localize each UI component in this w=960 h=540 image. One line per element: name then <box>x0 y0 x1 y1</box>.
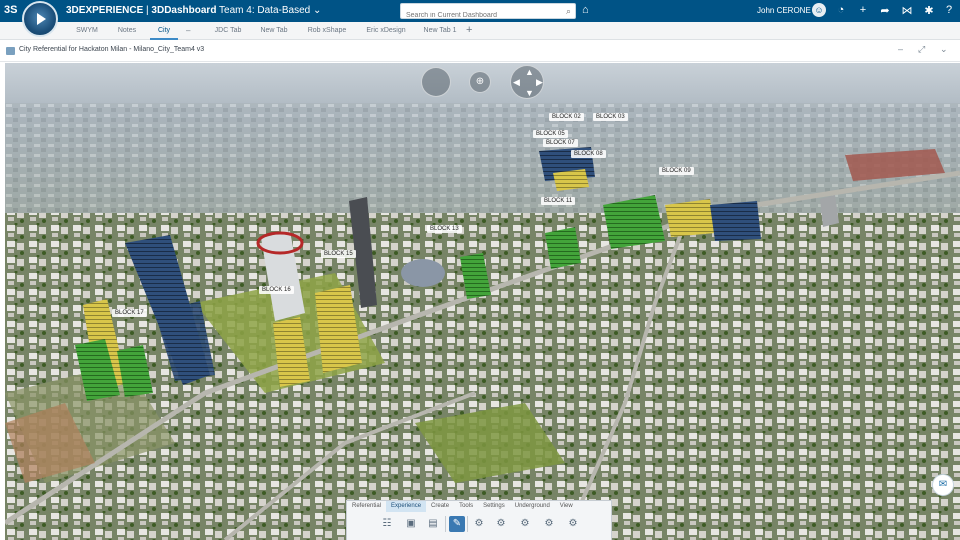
gear-group-icon[interactable]: ⚙ <box>471 516 487 532</box>
maximize-icon[interactable]: ⤢ <box>918 44 925 55</box>
search-icon[interactable]: ⌕ <box>566 6 571 17</box>
block-label[interactable]: BLOCK 17 <box>112 309 147 317</box>
add-tab-icon[interactable]: + <box>466 22 472 40</box>
block-label[interactable]: BLOCK 15 <box>321 250 356 258</box>
navigation-zoom-icon[interactable]: ⊕ <box>469 71 491 93</box>
widget-title: City Referential for Hackaton Milan - Mi… <box>19 46 205 53</box>
tools-icon[interactable]: ✱ <box>922 4 936 17</box>
toolbar-divider <box>467 516 468 532</box>
navigation-rotate-control[interactable] <box>421 67 451 97</box>
user-name[interactable]: John CERONE <box>757 6 811 15</box>
chat-icon[interactable]: ✉ <box>932 474 954 496</box>
tab-notes[interactable]: Notes <box>110 22 144 40</box>
compass-icon[interactable]: ◔ <box>834 4 848 16</box>
tab-jdc[interactable]: JDC Tab <box>208 22 248 40</box>
app-title[interactable]: 3DEXPERIENCE | 3DDashboard Team 4: Data-… <box>66 5 321 16</box>
search-input[interactable] <box>401 8 551 23</box>
minimize-icon[interactable]: – <box>898 44 903 54</box>
image-icon[interactable]: ▣ <box>403 516 419 532</box>
pencil-icon[interactable]: ✎ <box>449 516 465 532</box>
block-label[interactable]: BLOCK 08 <box>571 150 606 158</box>
ab-tab-experience[interactable]: Experience <box>386 501 427 512</box>
dashboard-dropdown-icon[interactable]: ⌄ <box>313 5 321 16</box>
block-label[interactable]: BLOCK 05 <box>533 130 568 138</box>
block-label[interactable]: BLOCK 07 <box>543 139 578 147</box>
block-label[interactable]: BLOCK 02 <box>549 113 584 121</box>
platform-name: 3DEXPERIENCE <box>66 5 144 16</box>
ab-tab-tools[interactable]: Tools <box>454 501 478 512</box>
tab-new-tab[interactable]: New Tab <box>254 22 294 40</box>
top-bar: 3S 3DEXPERIENCE | 3DDashboard Team 4: Da… <box>0 0 960 37</box>
block-label[interactable]: BLOCK 11 <box>541 197 576 205</box>
search-box[interactable]: ⌕ <box>400 3 576 23</box>
tab-new-tab-1[interactable]: New Tab 1 <box>418 22 462 40</box>
ab-tab-referential[interactable]: Referential <box>347 501 386 512</box>
block-label[interactable]: BLOCK 13 <box>427 225 462 233</box>
avatar[interactable]: ☺ <box>812 3 826 17</box>
tab-eric-xdesign[interactable]: Eric xDesign <box>358 22 414 40</box>
tab-bar: SWYM Notes City – JDC Tab New Tab Rob xS… <box>0 22 960 40</box>
widget-header: City Referential for Hackaton Milan - Mi… <box>0 40 960 62</box>
block-label[interactable]: BLOCK 03 <box>593 113 628 121</box>
dashboard-label: 3DDashboard <box>151 5 217 16</box>
pan-up-icon[interactable]: ▲ <box>525 67 534 77</box>
tab-city-dropdown[interactable]: – <box>186 22 190 40</box>
add-icon[interactable]: + <box>856 4 870 16</box>
gear-settings-icon[interactable]: ⚙ <box>517 516 533 532</box>
tab-rob-xshape[interactable]: Rob xShape <box>302 22 352 40</box>
gear-check-icon[interactable]: ⚙ <box>565 516 581 532</box>
toolbar-divider <box>445 516 446 532</box>
table-icon[interactable]: ▤ <box>425 516 441 532</box>
pan-down-icon[interactable]: ▼ <box>525 88 534 98</box>
city-scene <box>5 63 960 540</box>
help-icon[interactable]: ? <box>942 4 956 16</box>
tab-swym[interactable]: SWYM <box>68 22 106 40</box>
widget-menu-icon[interactable]: ⌄ <box>940 44 948 55</box>
tree-icon[interactable]: ☷ <box>379 516 395 532</box>
ab-tab-view[interactable]: View <box>555 501 578 512</box>
ab-tab-underground[interactable]: Underground <box>510 501 555 512</box>
block-label[interactable]: BLOCK 16 <box>259 286 294 294</box>
tab-city[interactable]: City <box>150 22 178 40</box>
action-bar: Referential Experience Create Tools Sett… <box>346 500 612 540</box>
network-icon[interactable]: ⋈ <box>900 4 914 17</box>
gear-play-icon[interactable]: ⚙ <box>493 516 509 532</box>
ab-tab-settings[interactable]: Settings <box>478 501 510 512</box>
compass-logo[interactable] <box>22 1 58 37</box>
tag-icon[interactable]: ⌂ <box>582 4 589 16</box>
share-icon[interactable]: ➦ <box>878 4 892 17</box>
dassault-logo-mark: 3S <box>4 4 18 16</box>
block-label[interactable]: BLOCK 09 <box>659 167 694 175</box>
city-3d-viewport[interactable]: ⊕ ▲ ▼ ◀ ▶ BLOCK 02 BLOCK 03 BLOCK 05 BLO… <box>5 63 960 540</box>
action-bar-tabs: Referential Experience Create Tools Sett… <box>347 501 613 512</box>
gear-person-icon[interactable]: ⚙ <box>541 516 557 532</box>
ab-tab-create[interactable]: Create <box>426 501 454 512</box>
dashboard-name: Team 4: Data-Based <box>219 5 311 16</box>
pan-right-icon[interactable]: ▶ <box>536 77 543 88</box>
play-icon <box>37 13 46 25</box>
widget-app-icon <box>6 47 15 55</box>
pan-left-icon[interactable]: ◀ <box>513 77 520 88</box>
navigation-pan-control[interactable]: ▲ ▼ ◀ ▶ <box>510 65 544 99</box>
